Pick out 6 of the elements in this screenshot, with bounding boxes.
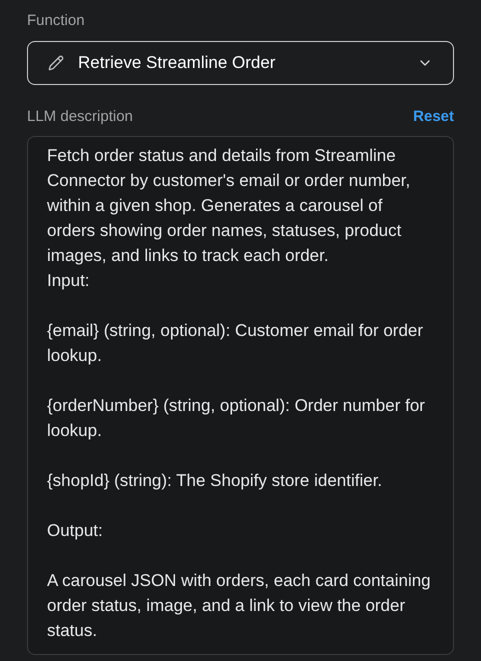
reset-link[interactable]: Reset [413,108,454,126]
field-label: LLM description [27,108,133,126]
description-field[interactable]: Fetch order status and details from Streamline Connector by customer's email or order number, within a given shop. Generates a carousel of orders showing order names, statuses, product images, and links to track each order. Input: {email} (string, optional): Customer email for order lookup. {orderNumber} (string, optional): Order number for lookup. {shopId} (string): The Shopify store identifier. Output: A carousel JSON with orders, each card containing order status, image, and a link to view the order status. [27,136,454,655]
pencil-icon [48,55,64,71]
function-dropdown[interactable]: Retrieve Streamline Order [27,41,454,85]
field-label: Function [27,12,86,30]
